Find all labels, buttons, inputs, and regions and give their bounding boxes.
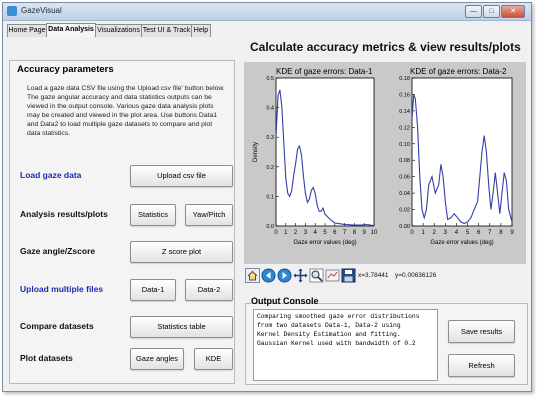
chart-2-xtick-label: 9 — [510, 230, 514, 236]
load-gaze-data-label: Load gaze data — [20, 170, 82, 180]
chart-2-xtick-label: 3 — [444, 230, 448, 236]
chart-1-xtick-label: 8 — [353, 230, 357, 236]
chart-1-xtick-label: 7 — [343, 230, 347, 236]
maximize-icon[interactable]: □ — [483, 5, 500, 18]
chart-2-xtick-label: 5 — [466, 230, 470, 236]
chart-1-ytick-label: 0.3 — [266, 135, 274, 141]
chart-1-xtick-label: 2 — [294, 230, 298, 236]
save-results-button[interactable]: Save results — [448, 320, 515, 343]
chart-2-xtick-label: 1 — [421, 230, 425, 236]
tab-test-ui-track[interactable]: Test UI & Track — [141, 24, 192, 37]
chart-2-ytick-label: 0.00 — [399, 224, 410, 230]
save-icon[interactable] — [341, 268, 356, 283]
data-2-button[interactable]: Data-2 — [185, 279, 233, 301]
refresh-button[interactable]: Refresh — [448, 354, 515, 377]
chart-1-xtick-label: 4 — [314, 230, 318, 236]
back-arrow-icon[interactable] — [261, 268, 276, 283]
upload-csv-button[interactable]: Upload csv file — [130, 165, 233, 187]
chart-2-ytick-label: 0.02 — [399, 208, 410, 214]
zscore-plot-button[interactable]: Z score plot — [130, 241, 233, 263]
configure-icon[interactable] — [325, 268, 340, 283]
plot-datasets-label: Plot datasets — [20, 353, 73, 363]
tab-visualizations[interactable]: Visualizations — [95, 24, 142, 37]
minimize-icon[interactable]: — — [465, 5, 482, 18]
forward-arrow-icon[interactable] — [277, 268, 292, 283]
chart-2-xtick-label: 6 — [477, 230, 481, 236]
chart-2-ytick-label: 0.18 — [399, 76, 410, 82]
chart-2-ytick-label: 0.12 — [399, 125, 410, 131]
chart-1-xtick-label: 3 — [304, 230, 308, 236]
y-readout: y=0.00636126 — [395, 272, 437, 279]
chart-2-xtick-label: 0 — [410, 230, 414, 236]
chart-1-xtick-label: 5 — [323, 230, 327, 236]
pan-icon[interactable] — [293, 268, 308, 283]
statistics-table-button[interactable]: Statistics table — [130, 316, 233, 338]
page-title: Calculate accuracy metrics & view result… — [250, 40, 521, 54]
chart-1-ytick-label: 0.0 — [266, 224, 274, 230]
chart-2-ytick-label: 0.08 — [399, 158, 410, 164]
upload-multiple-files-label: Upload multiple files — [20, 284, 104, 294]
chart-1-ytick-label: 0.2 — [266, 165, 274, 171]
analysis-results-label: Analysis results/plots — [20, 209, 108, 219]
title-bar: GazeVisual — □ ✕ — [3, 3, 531, 21]
chart-1-xtick-label: 9 — [363, 230, 367, 236]
tab-data-analysis[interactable]: Data Analysis — [46, 23, 96, 37]
window-title: GazeVisual — [21, 6, 62, 15]
chart-1-ylabel: Density — [253, 142, 259, 162]
output-console-text[interactable]: Comparing smoothed gaze error distributi… — [253, 309, 438, 381]
app-icon — [7, 6, 17, 16]
kde-charts-svg: 0.00.10.20.30.40.50 1 2 3 4 5 6 7 8 9 10Gaze error… — [253, 76, 514, 246]
statistics-button[interactable]: Statistics — [130, 204, 176, 226]
chart-2-xtick-label: 7 — [488, 230, 492, 236]
gaze-angle-zscore-label: Gaze angle/Zscore — [20, 246, 96, 256]
chart-2-xtick-label: 8 — [499, 230, 503, 236]
chart-1-plot-frame — [275, 77, 375, 227]
chart-1-xtick-label: 1 — [284, 230, 288, 236]
chart-1-ytick-label: 0.5 — [266, 76, 274, 82]
kde-button[interactable]: KDE — [194, 348, 233, 370]
close-icon[interactable]: ✕ — [501, 5, 525, 18]
chart-2-ytick-label: 0.14 — [399, 109, 410, 115]
description-text: Load a gaze data CSV file using the Uplo… — [27, 85, 225, 137]
home-icon[interactable] — [245, 268, 260, 283]
x-readout: x=3.78441 — [358, 272, 389, 279]
chart-1-xtick-label: 6 — [333, 230, 337, 236]
chart-2-xtick-label: 2 — [433, 230, 437, 236]
chart-2-ytick-label: 0.06 — [399, 175, 410, 181]
output-console-label: Output Console — [251, 296, 319, 306]
data-1-button[interactable]: Data-1 — [130, 279, 176, 301]
chart-1-xtick-label: 0 — [274, 230, 278, 236]
chart-2-ytick-label: 0.04 — [399, 191, 410, 197]
chart-1-xtick-label: 10 — [371, 230, 378, 236]
plot-area: KDE of gaze errors: Data-1 KDE of gaze e… — [244, 62, 526, 264]
chart-2-xtick-label: 4 — [455, 230, 459, 236]
chart-2-ytick-label: 0.10 — [399, 142, 410, 148]
chart-2-ytick-label: 0.16 — [399, 92, 410, 98]
chart-1-xlabel: Gaze error values (deg) — [293, 240, 356, 246]
section-title: Accuracy parameters — [17, 64, 114, 75]
tab-help[interactable]: Help — [191, 24, 211, 37]
chart-1-ytick-label: 0.4 — [266, 106, 274, 112]
chart-1-ytick-label: 0.1 — [266, 194, 274, 200]
gaze-angles-button[interactable]: Gaze angles — [130, 348, 184, 370]
chart-2-xlabel: Gaze error values (deg) — [430, 240, 493, 246]
tab-home-page[interactable]: Home Page — [7, 24, 47, 37]
compare-datasets-label: Compare datasets — [20, 321, 94, 331]
zoom-icon[interactable] — [309, 268, 324, 283]
yaw-pitch-button[interactable]: Yaw/Pitch — [185, 204, 233, 226]
